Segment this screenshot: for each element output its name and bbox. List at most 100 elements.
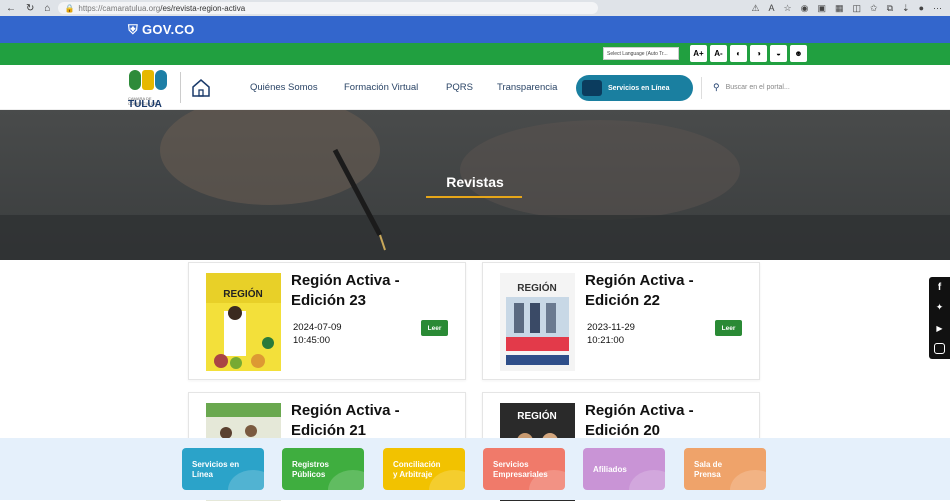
favorites-icon[interactable]: ✩ xyxy=(870,3,878,14)
youtube-icon[interactable]: ▶ xyxy=(934,323,945,334)
card-title-line2: Edición 22 xyxy=(585,292,661,309)
card-datetime: 2023-11-29 10:21:00 xyxy=(587,321,635,347)
twitter-icon[interactable]: ✦ xyxy=(934,302,945,313)
read-button[interactable]: Leer xyxy=(715,320,742,336)
gov-logo-text: GOV.CO xyxy=(141,22,195,37)
read-button[interactable]: Leer xyxy=(421,320,448,336)
tile-label-line2: y Arbitraje xyxy=(393,470,433,479)
favorite-icon[interactable]: ☆ xyxy=(784,3,792,14)
card-date: 2023-11-29 xyxy=(587,322,635,333)
magazine-cover-image[interactable]: REGIÓN xyxy=(206,273,281,371)
svg-text:REGIÓN: REGIÓN xyxy=(517,281,556,294)
contrast-icon[interactable]: ◐ xyxy=(730,45,747,62)
browser-toolbar: ← ↻ ⌂ 🔒 https://camaratulua.org/es/revis… xyxy=(0,0,950,16)
card-title-line1: Región Activa - xyxy=(291,402,400,419)
card-title-line2: Edición 23 xyxy=(291,292,367,309)
language-select[interactable]: Select Language (Auto Tr... xyxy=(603,47,679,60)
tile-label-line1: Servicios en xyxy=(192,460,240,469)
accessibility-bar: Select Language (Auto Tr... A+ A- ◐ ◑ ◒ … xyxy=(0,43,950,65)
tile-label-line1: Servicios xyxy=(493,460,529,469)
language-select-label: Select Language (Auto Tr... xyxy=(607,50,668,57)
split-icon[interactable]: ◫ xyxy=(853,3,862,14)
shield-icon: ⛨ xyxy=(128,22,142,37)
tile-public-registries[interactable]: Registros Públicos xyxy=(282,448,364,490)
accessibility-tools: A+ A- ◐ ◑ ◒ ☻ xyxy=(690,45,807,62)
tile-label-line1: Registros xyxy=(292,460,329,469)
download-icon[interactable]: ⇣ xyxy=(902,3,910,14)
collections-icon[interactable]: ⧉ xyxy=(887,3,893,14)
tile-business-services[interactable]: Servicios Empresariales xyxy=(483,448,565,490)
increase-font-button[interactable]: A+ xyxy=(690,45,707,62)
hero-banner: Revistas xyxy=(0,110,950,260)
tile-conciliation[interactable]: Conciliación y Arbitraje xyxy=(383,448,465,490)
header-divider xyxy=(701,77,702,99)
card-title: Región Activa - Edición 22 xyxy=(585,271,745,311)
tile-label-line2: Línea xyxy=(192,470,213,479)
profile-icon[interactable]: ● xyxy=(919,3,924,14)
extension-icon[interactable]: ▦ xyxy=(835,3,844,14)
online-services-label: Servicios en Línea xyxy=(608,84,670,92)
gov-bar: ⛨ GOV.CO xyxy=(0,16,950,43)
read-aloud-icon[interactable]: A xyxy=(769,3,775,14)
tile-label-line2: Empresariales xyxy=(493,470,548,479)
tile-affiliates[interactable]: Afiliados xyxy=(583,448,665,490)
decrease-font-button[interactable]: A- xyxy=(710,45,727,62)
title-underline xyxy=(426,196,522,198)
home-icon[interactable] xyxy=(190,77,212,99)
header-divider xyxy=(180,72,181,103)
high-contrast-icon[interactable]: ◑ xyxy=(750,45,767,62)
extension-icon[interactable]: ▣ xyxy=(817,3,826,14)
brand-logo[interactable]: CAMARA DE COMERCIO DE TULUA xyxy=(128,68,170,110)
nav-item-formacion-virtual[interactable]: Formación Virtual xyxy=(344,82,418,93)
tile-press-room[interactable]: Sala de Prensa xyxy=(684,448,766,490)
site-header: CAMARA DE COMERCIO DE TULUA Quiénes Somo… xyxy=(0,65,950,110)
address-bar[interactable]: 🔒 https://camaratulua.org/es/revista-reg… xyxy=(58,2,599,14)
refresh-icon[interactable]: ↻ xyxy=(26,3,34,14)
search-placeholder: Buscar en el portal... xyxy=(725,84,790,91)
tile-label-line2: Prensa xyxy=(694,470,721,479)
search-icon: ⚲ xyxy=(713,82,720,92)
svg-text:REGIÓN: REGIÓN xyxy=(223,287,262,300)
quick-links-bar: Servicios en Línea Registros Públicos Co… xyxy=(0,438,950,500)
card-time: 10:21:00 xyxy=(587,335,624,346)
more-icon[interactable]: ⋯ xyxy=(933,3,942,14)
magazine-card: REGIÓN Región Activa - Edición 22 2023-1… xyxy=(482,262,760,380)
ctt-logo-icon xyxy=(129,70,167,90)
card-title-line1: Región Activa - xyxy=(585,402,694,419)
brand-line2: TULUA xyxy=(128,99,162,110)
nav-item-quienes-somos[interactable]: Quiénes Somos xyxy=(250,82,318,93)
dark-mode-icon[interactable]: ◒ xyxy=(770,45,787,62)
extension-icon[interactable]: ◉ xyxy=(801,3,809,14)
magazine-card: REGIÓN Región Activa - Edición 23 2024-0… xyxy=(188,262,466,380)
card-title: Región Activa - Edición 23 xyxy=(291,271,451,311)
home-icon[interactable]: ⌂ xyxy=(44,3,50,14)
online-services-button[interactable]: Servicios en Línea xyxy=(576,75,693,101)
url-path: /es/revista-region-activa xyxy=(160,3,246,13)
url-host: https://camaratulua.org xyxy=(78,3,161,13)
alert-icon[interactable]: ⚠ xyxy=(751,3,759,14)
card-title: Región Activa - Edición 21 xyxy=(291,401,451,441)
nav-item-pqrs[interactable]: PQRS xyxy=(446,82,473,93)
tile-label-line1: Conciliación xyxy=(393,460,441,469)
card-time: 10:45:00 xyxy=(293,335,330,346)
magazine-cover-image[interactable]: REGIÓN xyxy=(500,273,575,371)
card-date: 2024-07-09 xyxy=(293,322,342,333)
instagram-icon[interactable] xyxy=(934,343,945,355)
browser-nav: ← ↻ ⌂ xyxy=(0,3,50,14)
tile-online-services[interactable]: Servicios en Línea xyxy=(182,448,264,490)
facebook-icon[interactable]: f xyxy=(934,282,945,293)
back-icon[interactable]: ← xyxy=(6,3,16,14)
search-input[interactable]: ⚲ Buscar en el portal... xyxy=(713,80,819,95)
sign-language-icon[interactable]: ☻ xyxy=(790,45,807,62)
lock-icon: 🔒 xyxy=(64,3,75,13)
tile-label-line1: Afiliados xyxy=(593,465,627,474)
card-title-line1: Región Activa - xyxy=(585,272,694,289)
nav-item-transparencia[interactable]: Transparencia xyxy=(497,82,557,93)
browser-actions: ⚠ A ☆ ◉ ▣ ▦ ◫ ✩ ⧉ ⇣ ● ⋯ xyxy=(751,3,950,14)
card-title-line1: Región Activa - xyxy=(291,272,400,289)
gov-logo[interactable]: ⛨ GOV.CO xyxy=(128,22,195,38)
svg-text:REGIÓN: REGIÓN xyxy=(517,409,556,422)
computer-icon xyxy=(582,80,602,96)
page-title: Revistas xyxy=(446,174,504,190)
tile-label-line2: Públicos xyxy=(292,470,326,479)
